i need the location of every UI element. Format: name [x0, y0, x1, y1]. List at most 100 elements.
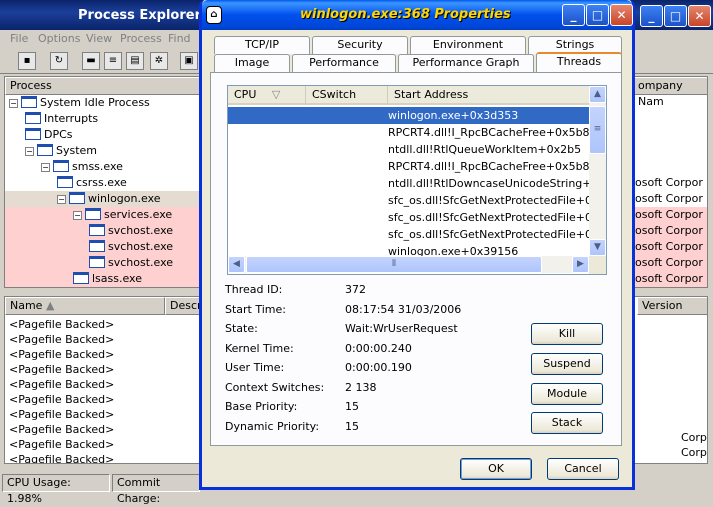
process-window-icon — [25, 112, 41, 124]
process-row[interactable]: svchost.exe — [5, 223, 201, 239]
tab-performance-graph[interactable]: Performance Graph — [398, 54, 534, 72]
process-row[interactable]: svchost.exe — [5, 239, 201, 255]
dll-row[interactable]: <Pagefile Backed> — [9, 347, 114, 362]
process-row[interactable]: svchost.exe — [5, 255, 201, 271]
menu-find[interactable]: Find — [168, 32, 191, 45]
dll-name-column-header[interactable]: Name ▲ — [5, 297, 165, 315]
company-name-cell: osoft Corpor — [635, 223, 707, 239]
property-value: 372 — [345, 283, 366, 296]
thread-list-horizontal-scrollbar[interactable]: ◀ ⦀ ▶ — [228, 256, 589, 273]
dialog-close-button[interactable]: ✕ — [610, 4, 633, 26]
thread-start-address: winlogon.exe+0x3d353 — [388, 109, 519, 122]
dll-row[interactable]: <Pagefile Backed> — [9, 452, 114, 463]
thread-row[interactable]: RPCRT4.dll!I_RpcBCacheFree+0x5b8 — [228, 124, 590, 141]
tree-collapse-icon[interactable]: − — [73, 211, 82, 220]
process-window-icon — [53, 160, 69, 172]
scroll-up-icon[interactable]: ▲ — [589, 86, 606, 103]
company-name-cell: osoft Corpor — [635, 271, 707, 287]
menu-file[interactable]: File — [10, 32, 28, 45]
dialog-title: winlogon.exe:368 Properties — [300, 7, 511, 22]
system-info-icon[interactable]: ▬ — [82, 52, 100, 70]
gear-icon[interactable]: ✲ — [150, 52, 168, 70]
dll-row[interactable]: <Pagefile Backed> — [9, 332, 114, 347]
dll-row[interactable]: <Pagefile Backed> — [9, 392, 114, 407]
thread-list-vertical-scrollbar[interactable]: ▲ ≡ ▼ — [589, 86, 606, 256]
tree-collapse-icon[interactable]: − — [57, 195, 66, 204]
scroll-right-icon[interactable]: ▶ — [572, 256, 589, 273]
pe-close-button[interactable]: ✕ — [688, 5, 711, 27]
dll-row[interactable]: <Pagefile Backed> — [9, 422, 114, 437]
tree-collapse-icon[interactable]: − — [25, 147, 34, 156]
tab-performance[interactable]: Performance — [292, 54, 396, 72]
thread-row[interactable]: sfc_os.dll!SfcGetNextProtectedFile+0x2c3 — [228, 209, 606, 226]
process-name: DPCs — [44, 128, 73, 141]
tab-threads[interactable]: Threads — [536, 52, 622, 72]
tree-collapse-icon[interactable]: − — [41, 163, 50, 172]
property-label: Kernel Time: — [225, 341, 294, 355]
dll-row[interactable]: <Pagefile Backed> — [9, 317, 114, 332]
menu-options[interactable]: Options — [38, 32, 80, 45]
save-icon[interactable]: ▪ — [18, 52, 36, 70]
scroll-down-icon[interactable]: ▼ — [589, 239, 606, 256]
ok-button[interactable]: OK — [460, 458, 532, 480]
thread-row[interactable]: ntdll.dll!RtlQueueWorkItem+0x2b5 — [228, 141, 589, 158]
properties-icon[interactable]: ▣ — [180, 52, 198, 70]
dll-row[interactable]: <Pagefile Backed> — [9, 377, 114, 392]
suspend-button[interactable]: Suspend — [531, 353, 603, 375]
property-value: 0:00:00.190 — [345, 361, 412, 374]
scroll-left-icon[interactable]: ◀ — [228, 256, 245, 273]
thread-row[interactable]: ntdll.dll!RtlDowncaseUnicodeString+0x75 — [228, 175, 606, 192]
pe-maximize-button[interactable]: □ — [664, 5, 687, 27]
thread-row[interactable]: winlogon.exe+0x3d353 — [228, 107, 589, 124]
dll-row[interactable]: <Pagefile Backed> — [9, 437, 114, 452]
process-row[interactable]: − winlogon.exe — [5, 191, 201, 207]
thread-list[interactable]: CPU ▽ CSwitch Delta Start Address winlog… — [227, 85, 607, 275]
property-label: Context Switches: — [225, 380, 325, 394]
thread-row[interactable]: RPCRT4.dll!I_RpcBCacheFree+0x5b8 — [228, 158, 590, 175]
property-value: Wait:WrUserRequest — [345, 322, 458, 335]
process-row[interactable]: − smss.exe — [5, 159, 201, 175]
process-name: smss.exe — [72, 160, 123, 173]
property-value: 15 — [345, 419, 359, 433]
process-row[interactable]: lsass.exe — [5, 271, 201, 287]
process-name: lsass.exe — [92, 272, 142, 285]
kill-button[interactable]: Kill — [531, 323, 603, 345]
menu-process[interactable]: Process — [120, 32, 162, 45]
dll-view-icon[interactable]: ▤ — [126, 52, 144, 70]
process-column-header[interactable]: Process — [5, 77, 201, 95]
cancel-button[interactable]: Cancel — [547, 458, 619, 480]
thread-start-address: sfc_os.dll!SfcGetNextProtectedFile+0x2ef… — [388, 194, 607, 207]
dialog-minimize-button[interactable]: _ — [562, 4, 585, 26]
process-row[interactable]: csrss.exe — [5, 175, 201, 191]
dll-row[interactable]: <Pagefile Backed> — [9, 407, 114, 422]
process-row[interactable]: DPCs — [5, 127, 201, 143]
tree-collapse-icon[interactable]: − — [9, 99, 18, 108]
tab-security[interactable]: Security — [312, 36, 408, 54]
dll-row[interactable]: <Pagefile Backed> — [9, 362, 114, 377]
horizontal-scroll-thumb[interactable]: ⦀ — [246, 256, 542, 273]
dll-version-column-header[interactable]: Version — [637, 297, 707, 315]
thread-row[interactable]: sfc_os.dll!SfcGetNextProtectedFile+0x2ef… — [228, 192, 606, 209]
tab-image[interactable]: Image — [214, 54, 290, 72]
dialog-maximize-button[interactable]: □ — [586, 4, 609, 26]
process-row[interactable]: Interrupts — [5, 111, 201, 127]
process-row[interactable]: − System Idle Process — [5, 95, 201, 111]
show-lower-pane-icon[interactable]: ≡ — [104, 52, 122, 70]
thread-start-address: RPCRT4.dll!I_RpcBCacheFree+0x5b8 — [388, 126, 590, 139]
module-button[interactable]: Module — [531, 383, 603, 405]
thread-row[interactable]: sfc_os.dll!SfcGetNextProtectedFile+0x2c3 — [228, 226, 606, 243]
tab-environment[interactable]: Environment — [410, 36, 526, 54]
tab-tcpip[interactable]: TCP/IP — [214, 36, 310, 54]
stack-button[interactable]: Stack — [531, 412, 603, 434]
cpu-header-label: CPU — [234, 88, 257, 101]
refresh-icon[interactable]: ↻ — [50, 52, 68, 70]
cswitch-delta-column-header[interactable]: CSwitch Delta — [306, 86, 388, 119]
cpu-column-header[interactable]: CPU ▽ — [228, 86, 306, 105]
process-row[interactable]: − services.exe — [5, 207, 201, 223]
pe-minimize-button[interactable]: _ — [640, 5, 663, 27]
menu-view[interactable]: View — [86, 32, 112, 45]
company-column-header[interactable]: ompany Nam — [633, 77, 707, 108]
vertical-scroll-thumb[interactable]: ≡ — [589, 106, 606, 154]
process-row[interactable]: − System — [5, 143, 201, 159]
start-address-column-header[interactable]: Start Address — [388, 86, 589, 105]
